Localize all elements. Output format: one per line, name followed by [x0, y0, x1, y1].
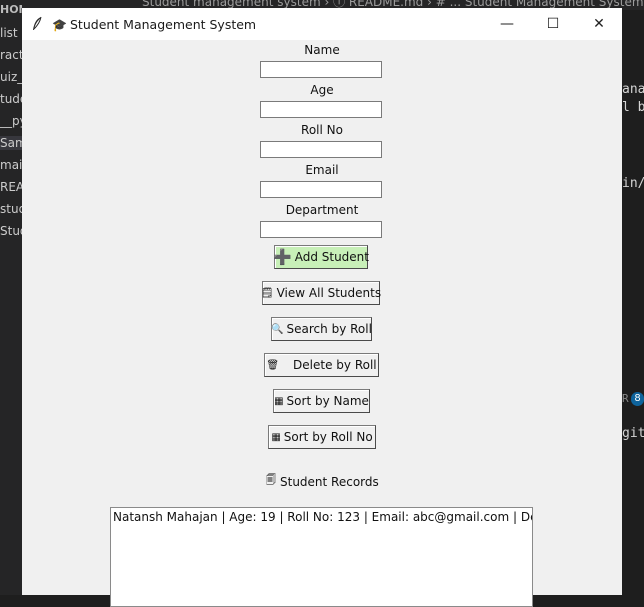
department-field[interactable]: [260, 221, 382, 238]
add-student-label: Add Student: [294, 250, 369, 264]
background-file-item: __py: [0, 114, 22, 128]
delete-by-roll-label: Delete by Roll: [293, 358, 377, 372]
background-editor-strip: anag l b in/ R 8 git: [622, 10, 644, 595]
background-file-item: tude: [0, 92, 22, 106]
background-explorer-header: HON PROJECTS: [0, 3, 22, 16]
grid-icon: ▦: [274, 395, 284, 407]
name-label: Name: [304, 43, 340, 57]
search-by-roll-label: Search by Roll: [286, 322, 372, 336]
age-field[interactable]: [260, 101, 382, 118]
maximize-button[interactable]: ☐: [530, 8, 576, 40]
background-file-item: uiz_: [0, 70, 22, 84]
notepad-icon: 🗒: [260, 287, 274, 299]
add-student-button[interactable]: ➕ Add Student: [273, 245, 369, 269]
background-file-item: list: [0, 26, 18, 40]
student-records-list[interactable]: Natansh Mahajan | Age: 19 | Roll No: 123…: [110, 507, 533, 607]
sort-by-name-label: Sort by Name: [286, 394, 369, 408]
background-file-item: Stud: [0, 224, 22, 238]
roll-no-field[interactable]: [260, 141, 382, 158]
background-explorer-panel: HON PROJECTS list ract uiz_ tude __py Sa…: [0, 0, 22, 595]
sort-by-roll-no-button[interactable]: ▦ Sort by Roll No: [268, 425, 376, 449]
background-code-line: git: [622, 426, 644, 441]
grid-icon: ▦: [271, 431, 281, 443]
sort-by-name-button[interactable]: ▦ Sort by Name: [273, 389, 370, 413]
department-label: Department: [285, 203, 359, 217]
delete-by-roll-button[interactable]: 🗑 Delete by Roll: [264, 353, 379, 377]
list-item[interactable]: Natansh Mahajan | Age: 19 | Roll No: 123…: [111, 508, 532, 526]
search-icon: 🔍: [271, 323, 284, 335]
close-button[interactable]: ✕: [576, 8, 622, 40]
feather-icon: [33, 16, 42, 30]
email-label: Email: [305, 163, 339, 177]
background-file-item: mai: [0, 158, 22, 172]
student-records-heading: 🗐 Student Records: [266, 473, 379, 490]
student-records-title: Student Records: [280, 474, 379, 489]
background-badge: 8: [631, 392, 644, 406]
plus-icon: ➕: [273, 248, 292, 266]
app-window: 🎓 Student Management System — ☐ ✕ Name A…: [22, 8, 622, 607]
form-area: Name Age Roll No Email Department ➕ Add …: [22, 40, 622, 607]
background-code-line: anag: [622, 82, 644, 97]
sort-by-roll-no-label: Sort by Roll No: [283, 430, 373, 444]
graduation-cap-icon: 🎓: [52, 18, 67, 32]
email-field[interactable]: [260, 181, 382, 198]
view-all-students-label: View All Students: [276, 286, 382, 300]
background-file-item: stud: [0, 202, 22, 216]
search-by-roll-button[interactable]: 🔍 Search by Roll: [271, 317, 372, 341]
background-file-item: REA: [0, 180, 22, 194]
minimize-button[interactable]: —: [484, 8, 530, 40]
background-code-line: R: [622, 392, 629, 405]
title-bar[interactable]: 🎓 Student Management System — ☐ ✕: [22, 8, 622, 40]
window-title: Student Management System: [70, 17, 257, 32]
age-label: Age: [310, 83, 334, 97]
name-field[interactable]: [260, 61, 382, 78]
roll-no-label: Roll No: [301, 123, 343, 137]
background-file-item: Sam: [0, 136, 22, 150]
background-code-line: l b: [622, 100, 644, 115]
cards-icon: 🗐: [266, 475, 276, 486]
trash-icon: 🗑: [266, 359, 280, 371]
background-file-item: ract: [0, 48, 22, 62]
background-code-line: in/: [622, 176, 644, 191]
view-all-students-button[interactable]: 🗒 View All Students: [260, 281, 382, 305]
